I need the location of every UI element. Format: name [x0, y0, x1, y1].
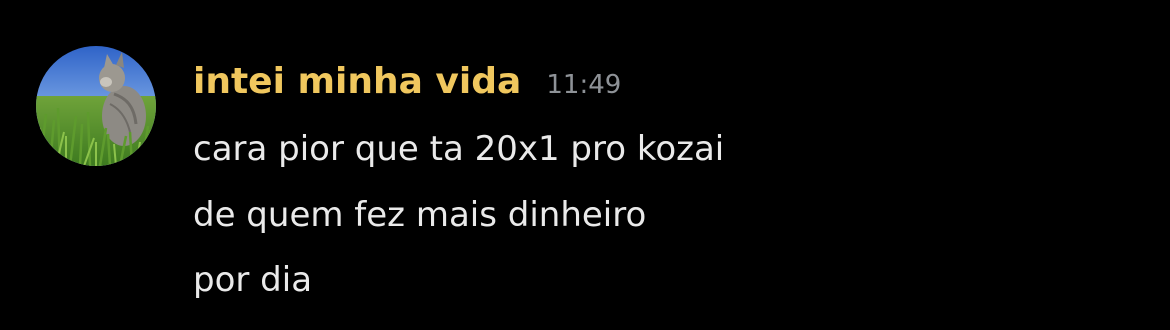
message-line: de quem fez mais dinheiro: [193, 195, 647, 235]
chat-message: intei minha vida 11:49 cara pior que ta …: [0, 0, 1170, 330]
avatar[interactable]: [36, 46, 156, 166]
author-name[interactable]: intei minha vida: [193, 56, 521, 108]
message-timestamp[interactable]: 11:49: [546, 59, 621, 111]
message-line: por dia: [193, 260, 313, 300]
message-line: cara pior que ta 20x1 pro kozai: [193, 129, 725, 169]
cat-in-grass-avatar-icon: [36, 46, 156, 166]
message-header: intei minha vida 11:49: [193, 56, 621, 108]
